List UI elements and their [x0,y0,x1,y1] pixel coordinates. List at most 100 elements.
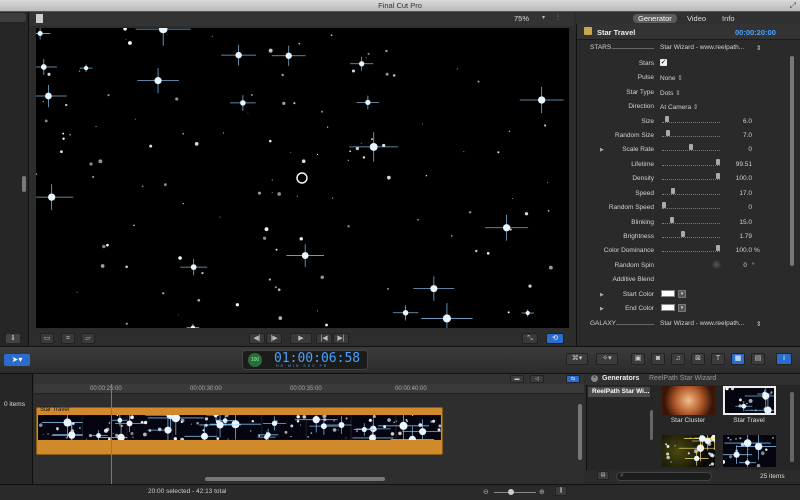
enhance-menu-icon[interactable]: ✧▾ [596,353,618,365]
random-spin-label: Random Spin [614,262,654,269]
density-value[interactable]: 100.0 [712,175,752,182]
tab-info[interactable]: Info [717,14,740,23]
color-dominance-value[interactable]: 100.0 [712,247,752,254]
loop-playback-button[interactable]: ⟲ [546,333,564,344]
star-dot [296,419,300,423]
generator-thumb-3[interactable] [662,425,735,467]
direction-popup[interactable]: At Camera ⇕ [660,103,698,111]
scale-rate-value[interactable]: 0 [712,146,752,153]
chevron-down-icon[interactable]: ▾ [542,14,545,21]
generator-thumb-4[interactable] [721,429,781,468]
close-icon[interactable]: × [591,375,598,382]
stars-preset-popup[interactable]: Star Wizard - www.reelpath... [660,44,744,51]
browser-search-field[interactable]: ⌕ [616,472,712,481]
tab-video[interactable]: Video [682,14,711,23]
star-type-popup[interactable]: Dots ⇕ [660,89,681,97]
fullscreen-icon[interactable]: ⤢ [790,1,796,11]
zoom-slider-knob[interactable] [508,489,514,495]
star-dot [44,119,48,123]
viewer-zoom[interactable]: 75% [514,14,529,23]
generator-thumb-star-travel[interactable] [723,383,791,424]
star-dot [162,292,165,295]
camera-icon[interactable]: ◙ [651,353,665,365]
tab-generator[interactable]: Generator [633,14,677,23]
inspector-scrollbar[interactable] [790,56,794,266]
clip-height-icon[interactable]: ⫼ [555,486,567,496]
transitions-icon[interactable]: ⊠ [691,353,705,365]
lifetime-value[interactable]: 99.51 [712,161,752,168]
zoom-out-icon[interactable]: ⊖ [483,488,489,496]
photos-browser-icon[interactable]: ▣ [631,353,645,365]
titles-icon[interactable]: T [711,353,725,365]
generators-icon[interactable]: ▦ [731,353,745,365]
start-color-swatch[interactable] [661,290,675,297]
filmstrip-icon[interactable]: ▭ [40,333,54,344]
viewer-menu-icon[interactable]: ⫶ [557,13,559,23]
crop-icon[interactable]: ⌗ [61,333,75,344]
start-color-label: Start Color [622,291,654,298]
chevron-down-icon[interactable]: ▾ [678,290,686,298]
chevron-updown-icon: ⇕ [692,104,699,111]
sidebar-toggle-icon[interactable]: ▤ [597,471,609,480]
timeline-zoom-slider[interactable] [494,492,536,493]
chevron-updown-icon[interactable]: ⇕ [756,44,761,52]
themes-icon[interactable]: ▤ [751,353,765,365]
go-to-end-button[interactable]: ▶| [333,333,349,344]
background-tasks-badge[interactable]: 100 [248,353,262,367]
audio-skimming-icon[interactable]: ◁ [530,375,544,383]
slider-knob[interactable] [671,188,676,194]
chevron-down-icon[interactable]: ▾ [678,304,686,312]
library-search-field[interactable] [0,13,26,22]
size-label: Size [641,118,654,125]
viewer-canvas[interactable] [36,28,569,328]
star-dot [130,415,134,420]
keyword-menu-icon[interactable]: ⌘▾ [566,353,588,365]
distort-icon[interactable]: ▱ [81,333,95,344]
star-dot [164,183,167,186]
clip-appearance-icon[interactable]: ▬ [510,375,524,383]
zoom-in-icon[interactable]: ⊕ [539,488,545,496]
additive-blend-checkbox[interactable] [660,276,667,283]
star-flare-core [733,451,740,458]
star-flare-core [442,314,451,323]
browser-scrollbar[interactable] [790,392,794,462]
snapping-icon[interactable]: ⇆ [566,375,580,383]
select-tool-button[interactable]: ➤▾ [4,354,30,366]
size-value[interactable]: 6.0 [712,118,752,125]
previous-frame-button[interactable]: ◀| [249,333,265,344]
brightness-value[interactable]: 1.79 [712,233,752,240]
random-speed-value[interactable]: 0 [712,204,752,211]
random-size-value[interactable]: 7.0 [712,132,752,139]
slider-knob[interactable] [689,144,693,150]
slider-knob[interactable] [665,130,670,136]
timeline-vertical-scrollbar[interactable] [578,404,582,460]
transform-handle-icon [296,172,308,184]
next-frame-icon[interactable]: |▶ [266,333,282,344]
library-action-icon[interactable]: ℹ [6,334,20,343]
random-spin-value[interactable]: 0 [707,262,747,269]
playhead[interactable] [111,384,112,484]
galaxy-preset-popup[interactable]: Star Wizard - www.reelpath... [660,320,744,327]
star-flare-core [754,442,763,451]
speed-value[interactable]: 17.0 [712,190,752,197]
slider-knob[interactable] [662,202,666,208]
generator-thumb-star-cluster[interactable] [662,386,715,415]
category-scrollbar[interactable] [650,410,653,440]
play-button[interactable]: ▶ [290,333,312,344]
blinking-value[interactable]: 15.0 [712,219,752,226]
star-dot [211,35,213,37]
slider-knob[interactable] [665,116,670,122]
end-color-swatch[interactable] [661,304,675,311]
music-icon[interactable]: ♫ [671,353,685,365]
fullscreen-view-button[interactable]: ⤡ [522,333,538,344]
browser-category-item[interactable]: ReelPath Star Wi... [588,387,650,397]
stars-checkbox[interactable]: ✓ [660,59,667,66]
slider-knob[interactable] [670,217,675,223]
pulse-popup[interactable]: None ⇕ [660,74,683,82]
library-scrollbar[interactable] [22,176,26,192]
slider-knob[interactable] [681,231,686,237]
timeline-horizontal-scrollbar[interactable] [205,477,385,481]
chevron-updown-icon[interactable]: ⇕ [756,320,761,328]
inspector-toggle-icon[interactable]: i [776,353,792,365]
go-to-start-button[interactable]: |◀ [316,333,332,344]
